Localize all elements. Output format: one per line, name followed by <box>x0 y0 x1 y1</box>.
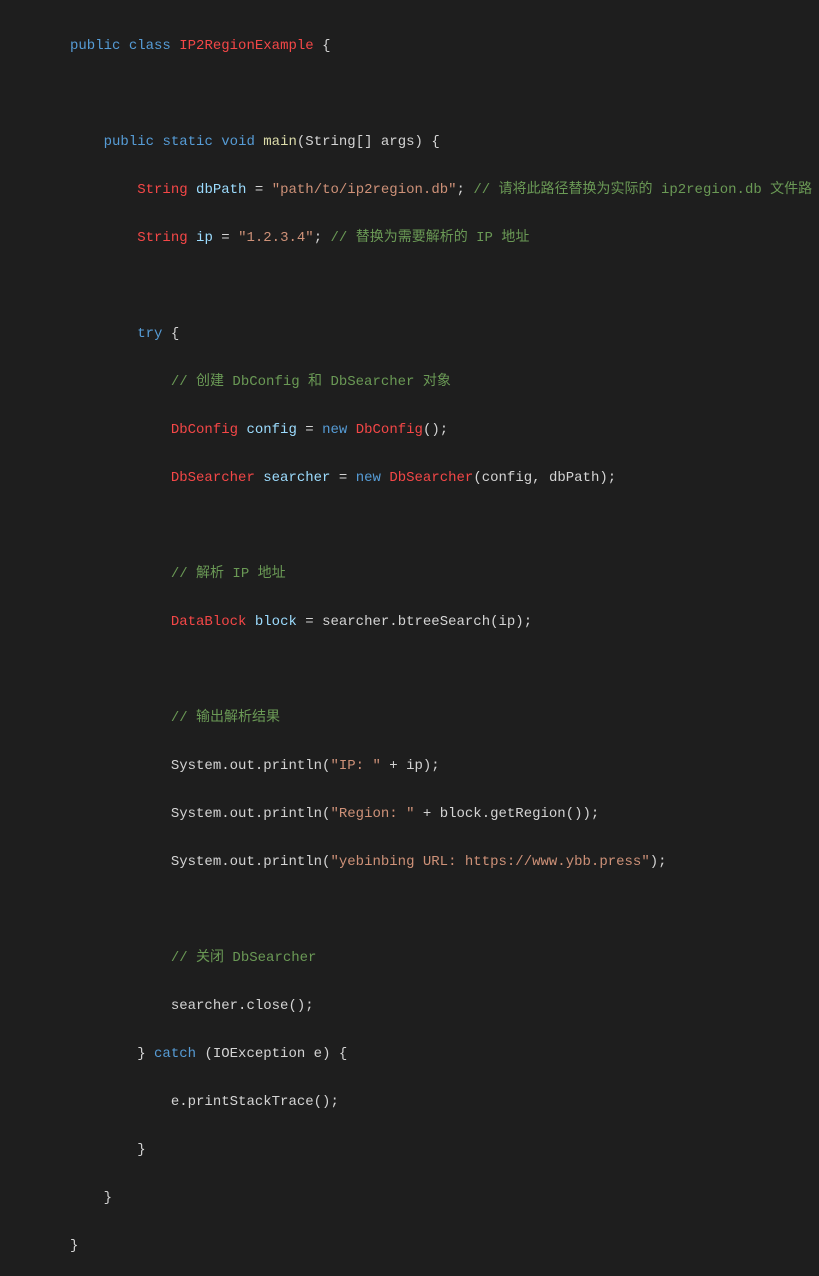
keyword-try: try <box>137 326 162 342</box>
string-literal: "yebinbing URL: https://www.ybb.press" <box>330 854 649 870</box>
equals: = <box>297 422 322 438</box>
code-line: DataBlock block = searcher.btreeSearch(i… <box>50 610 819 634</box>
comment: // 关闭 DbSearcher <box>171 950 317 966</box>
code-line: // 输出解析结果 <box>50 706 819 730</box>
code-line <box>50 514 819 538</box>
code-line: public class IP2RegionExample { <box>50 34 819 58</box>
statement: searcher.close(); <box>171 998 314 1014</box>
code-line: System.out.println("Region: " + block.ge… <box>50 802 819 826</box>
code-line: DbSearcher searcher = new DbSearcher(con… <box>50 466 819 490</box>
comment: // 解析 IP 地址 <box>171 566 286 582</box>
code-line: searcher.close(); <box>50 994 819 1018</box>
println-post: + ip); <box>381 758 440 774</box>
keyword-static: static <box>162 134 212 150</box>
keyword-catch: catch <box>154 1046 196 1062</box>
semicolon: ; <box>314 230 331 246</box>
semicolon: ; <box>457 182 474 198</box>
type-dbsearcher: DbSearcher <box>171 470 255 486</box>
code-line: } <box>50 1234 819 1258</box>
println-pre: System.out.println( <box>171 854 331 870</box>
println-post: ); <box>650 854 667 870</box>
equals: = <box>213 230 238 246</box>
var-block: block <box>255 614 297 630</box>
equals: = <box>330 470 355 486</box>
code-line: } catch (IOException e) { <box>50 1042 819 1066</box>
code-line: } <box>50 1186 819 1210</box>
comment: // 输出解析结果 <box>171 710 280 726</box>
keyword-public: public <box>104 134 154 150</box>
keyword-new: new <box>356 470 381 486</box>
println-pre: System.out.println( <box>171 806 331 822</box>
var-config: config <box>246 422 296 438</box>
class-name: IP2RegionExample <box>179 38 313 54</box>
paren: (); <box>423 422 448 438</box>
comment: // 替换为需要解析的 IP 地址 <box>331 230 530 246</box>
println-post: + block.getRegion()); <box>414 806 599 822</box>
equals: = <box>246 182 271 198</box>
brace: { <box>314 38 331 54</box>
rest: = searcher.btreeSearch(ip); <box>297 614 532 630</box>
code-line: String ip = "1.2.3.4"; // 替换为需要解析的 IP 地址 <box>50 226 819 250</box>
keyword-public: public <box>70 38 120 54</box>
code-line: e.printStackTrace(); <box>50 1090 819 1114</box>
method-signature: (String[] args) { <box>297 134 440 150</box>
code-line: public static void main(String[] args) { <box>50 130 819 154</box>
code-line <box>50 898 819 922</box>
code-line: // 关闭 DbSearcher <box>50 946 819 970</box>
brace: { <box>162 326 179 342</box>
code-line: DbConfig config = new DbConfig(); <box>50 418 819 442</box>
string-literal: "Region: " <box>330 806 414 822</box>
brace-close: } <box>137 1046 154 1062</box>
code-block: public class IP2RegionExample { public s… <box>50 0 819 1276</box>
var-ip: ip <box>196 230 213 246</box>
code-line <box>50 82 819 106</box>
type-datablock: DataBlock <box>171 614 247 630</box>
code-line: // 解析 IP 地址 <box>50 562 819 586</box>
keyword-void: void <box>221 134 255 150</box>
brace-close: } <box>104 1190 112 1206</box>
catch-rest: (IOException e) { <box>196 1046 347 1062</box>
code-line <box>50 658 819 682</box>
type-string: String <box>137 182 187 198</box>
brace-close: } <box>70 1238 78 1254</box>
code-line: String dbPath = "path/to/ip2region.db"; … <box>50 178 819 202</box>
code-line: // 创建 DbConfig 和 DbSearcher 对象 <box>50 370 819 394</box>
keyword-class: class <box>129 38 171 54</box>
type-string: String <box>137 230 187 246</box>
brace-close: } <box>137 1142 145 1158</box>
code-line: try { <box>50 322 819 346</box>
ctor-dbsearcher: DbSearcher <box>389 470 473 486</box>
string-literal: "1.2.3.4" <box>238 230 314 246</box>
string-literal: "IP: " <box>330 758 380 774</box>
type-dbconfig: DbConfig <box>171 422 238 438</box>
code-line: } <box>50 1138 819 1162</box>
comment: // 创建 DbConfig 和 DbSearcher 对象 <box>171 374 451 390</box>
statement: e.printStackTrace(); <box>171 1094 339 1110</box>
code-line: System.out.println("IP: " + ip); <box>50 754 819 778</box>
string-literal: "path/to/ip2region.db" <box>272 182 457 198</box>
code-line: System.out.println("yebinbing URL: https… <box>50 850 819 874</box>
method-main: main <box>263 134 297 150</box>
code-line <box>50 274 819 298</box>
var-dbpath: dbPath <box>196 182 246 198</box>
paren: (config, dbPath); <box>473 470 616 486</box>
keyword-new: new <box>322 422 347 438</box>
println-pre: System.out.println( <box>171 758 331 774</box>
comment: // 请将此路径替换为实际的 ip2region.db 文件路 <box>473 182 812 198</box>
var-searcher: searcher <box>263 470 330 486</box>
ctor-dbconfig: DbConfig <box>356 422 423 438</box>
